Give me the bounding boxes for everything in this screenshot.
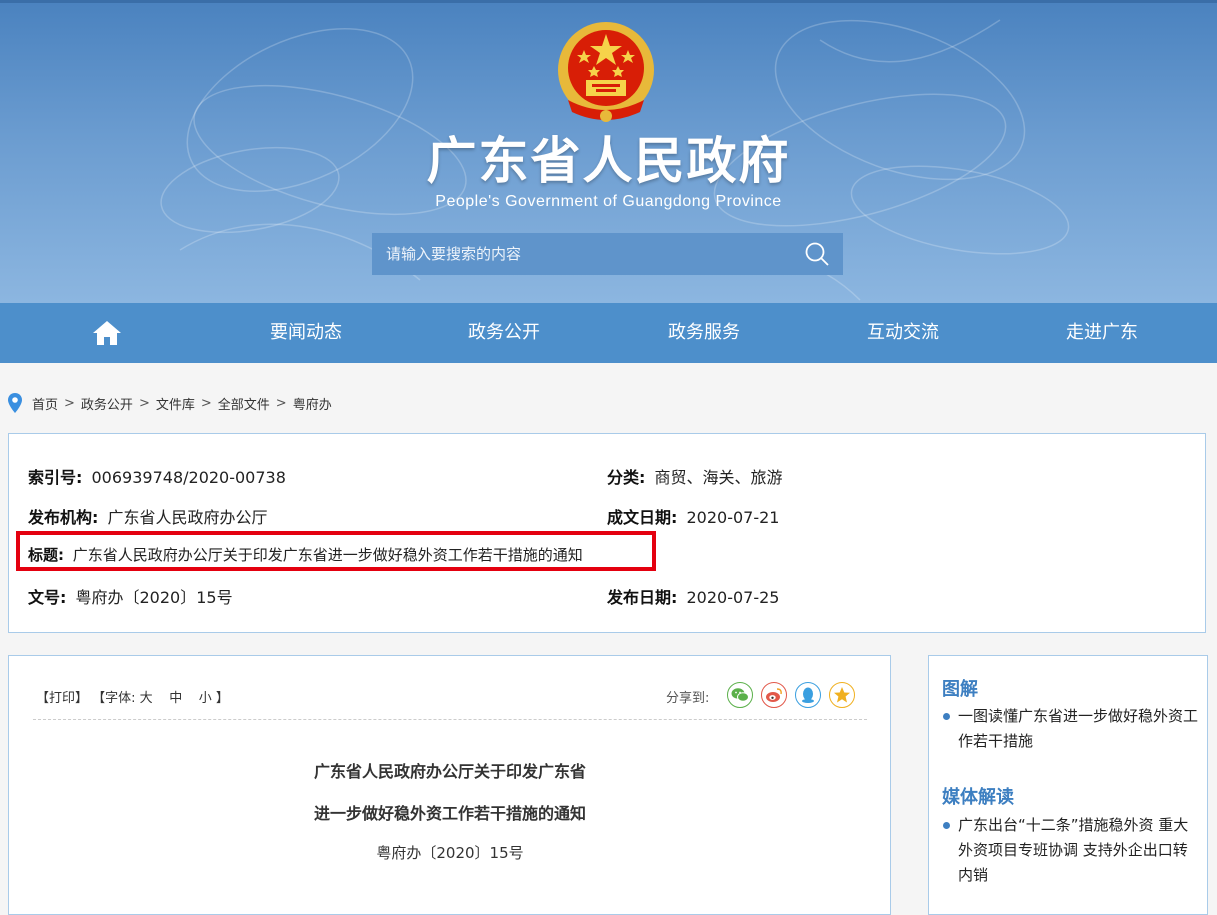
nav-item-gov-services[interactable]: 政务服务 (634, 303, 774, 363)
share-wechat-button[interactable] (727, 682, 753, 708)
nav-item-interaction[interactable]: 互动交流 (833, 303, 973, 363)
main-nav: 要闻动态 政务公开 政务服务 互动交流 走进广东 (0, 303, 1217, 363)
breadcrumb-home[interactable]: 首页 (32, 394, 58, 413)
font-size-large[interactable]: 大 (140, 691, 153, 706)
info-category-value: 商贸、海关、旅游 (654, 468, 783, 487)
location-pin-icon (8, 393, 22, 413)
breadcrumb-file-library[interactable]: 文件库 (156, 394, 195, 413)
nav-home[interactable] (86, 317, 128, 349)
site-title: 广东省人民政府 (426, 131, 791, 190)
info-docno-label: 文号: (28, 588, 67, 607)
sidebar-heading-infographic: 图解 (942, 679, 978, 700)
wechat-icon (731, 688, 749, 702)
search-box (372, 233, 843, 275)
share-qq-button[interactable] (795, 682, 821, 708)
home-icon (93, 321, 121, 345)
nav-item-news[interactable]: 要闻动态 (236, 303, 376, 363)
breadcrumb-separator: > (275, 395, 287, 411)
breadcrumb-gov-affairs-open[interactable]: 政务公开 (81, 394, 133, 413)
article-tools: 【打印】 【字体: 大 中 小 】 (36, 687, 229, 706)
document-number: 粤府办〔2020〕15号 (376, 844, 524, 862)
info-publisher-label: 发布机构: (28, 508, 99, 527)
font-size-suffix: 】 (211, 691, 229, 706)
info-created-value: 2020-07-21 (686, 508, 780, 527)
breadcrumb-yuefuban[interactable]: 粤府办 (293, 394, 332, 413)
info-index-label: 索引号: (28, 468, 83, 487)
info-published-date: 发布日期: 2020-07-25 (607, 584, 779, 608)
sidebar-bullet (943, 713, 950, 720)
header-banner: 广东省人民政府 People's Government of Guangdong… (0, 0, 1217, 303)
sidebar-bullet (943, 822, 950, 829)
font-size-prefix: 【字体: (92, 691, 140, 706)
title-highlight-box (16, 531, 656, 571)
share-label: 分享到: (666, 691, 710, 706)
info-publisher-value: 广东省人民政府办公厅 (107, 508, 268, 527)
qq-penguin-icon (802, 687, 814, 703)
document-title-line-2: 进一步做好稳外资工作若干措施的通知 (313, 804, 586, 823)
breadcrumb: 首页 > 政务公开 > 文件库 > 全部文件 > 粤府办 (8, 392, 332, 414)
sidebar-item-infographic[interactable]: 一图读懂广东省进一步做好稳外资工作若干措施 (958, 704, 1198, 754)
breadcrumb-all-files[interactable]: 全部文件 (218, 394, 270, 413)
sidebar-heading-media-interpretation: 媒体解读 (942, 787, 1014, 808)
breadcrumb-separator: > (64, 395, 75, 411)
info-category-label: 分类: (607, 468, 646, 487)
nav-item-gov-affairs-open[interactable]: 政务公开 (434, 303, 574, 363)
tools-divider (33, 719, 867, 720)
info-docno-value: 粤府办〔2020〕15号 (75, 588, 233, 607)
print-button[interactable]: 【打印】 (36, 691, 88, 706)
share-qzone-button[interactable] (829, 682, 855, 708)
info-created-date: 成文日期: 2020-07-21 (607, 504, 779, 528)
national-emblem-icon (558, 22, 654, 122)
site-subtitle: People's Government of Guangdong Provinc… (435, 193, 782, 210)
breadcrumb-separator: > (138, 395, 150, 411)
info-doc-number: 文号: 粤府办〔2020〕15号 (28, 584, 233, 608)
font-size-small[interactable]: 小 (199, 691, 212, 706)
qzone-star-icon (834, 687, 850, 703)
search-button[interactable] (791, 233, 843, 275)
share-weibo-button[interactable] (761, 682, 787, 708)
info-index-value: 006939748/2020-00738 (91, 468, 286, 487)
info-publisher: 发布机构: 广东省人民政府办公厅 (28, 504, 268, 528)
info-published-value: 2020-07-25 (686, 588, 780, 607)
info-index: 索引号: 006939748/2020-00738 (28, 464, 286, 488)
info-published-label: 发布日期: (607, 588, 678, 607)
info-created-label: 成文日期: (607, 508, 678, 527)
nav-item-about-guangdong[interactable]: 走进广东 (1032, 303, 1172, 363)
breadcrumb-separator: > (200, 395, 212, 411)
info-category: 分类: 商贸、海关、旅游 (607, 464, 783, 488)
search-icon (805, 242, 829, 266)
weibo-icon (766, 688, 782, 702)
font-size-medium[interactable]: 中 (169, 691, 182, 706)
sidebar-item-media-interpretation[interactable]: 广东出台“十二条”措施稳外资 重大外资项目专班协调 支持外企出口转内销 (958, 813, 1198, 888)
search-input[interactable] (372, 233, 791, 275)
document-title-line-1: 广东省人民政府办公厅关于印发广东省 (313, 762, 586, 781)
